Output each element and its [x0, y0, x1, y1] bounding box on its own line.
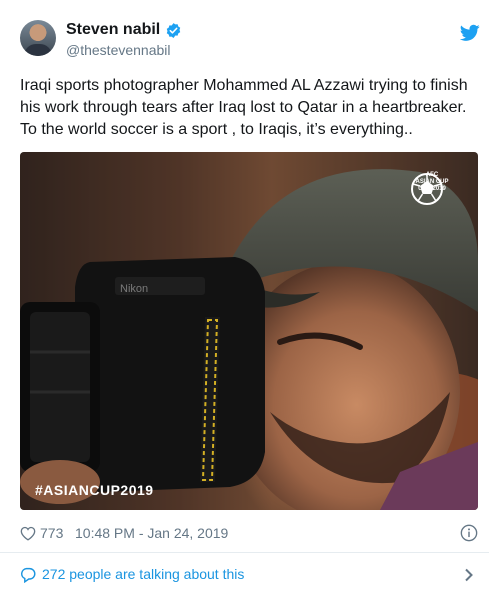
- tweet-timestamp[interactable]: 10:48 PM - Jan 24, 2019: [75, 525, 228, 541]
- divider: [0, 552, 489, 553]
- conversation-label[interactable]: 272 people are talking about this: [42, 566, 244, 582]
- heart-icon[interactable]: [20, 526, 36, 541]
- twitter-bird-icon[interactable]: [460, 24, 480, 42]
- tweet-text-line: To the world soccer is a sport , to Iraq…: [20, 121, 413, 138]
- tweet-header: Steven nabil @thestevennabil: [20, 20, 480, 64]
- like-count[interactable]: 773: [40, 525, 63, 541]
- camera-brand-text: Nikon: [120, 283, 148, 295]
- tweet-meta-row: 773 10:48 PM - Jan 24, 2019: [20, 524, 478, 544]
- tweet-text-line: his work through tears after Iraq lost t…: [20, 99, 467, 116]
- info-icon[interactable]: [460, 524, 478, 542]
- avatar[interactable]: [20, 20, 56, 56]
- chevron-right-icon[interactable]: [464, 568, 474, 582]
- photo-hashtag-overlay: #ASIANCUP2019: [35, 482, 154, 498]
- author-name[interactable]: Steven nabil: [66, 21, 160, 39]
- tweet-text-line: Iraqi sports photographer Mohammed AL Az…: [20, 77, 468, 94]
- tweet-photo[interactable]: Nikon AFC ASIAN CUP 2019 #ASIANCUP2019: [20, 152, 478, 510]
- author-handle[interactable]: @thestevennabil: [66, 42, 171, 58]
- author-name-row: Steven nabil: [66, 21, 182, 39]
- speech-bubble-icon: [21, 567, 36, 583]
- afc-asian-cup-logo: AFC ASIAN CUP UAE 2019: [410, 172, 454, 242]
- verified-badge-icon: [167, 22, 181, 38]
- tweet-text: Iraqi sports photographer Mohammed AL Az…: [20, 75, 482, 141]
- conversation-link[interactable]: 272 people are talking about this: [20, 566, 478, 586]
- soccer-ball-icon: [411, 173, 443, 205]
- tweet-card: Steven nabil @thestevennabil Iraqi sport…: [0, 0, 489, 591]
